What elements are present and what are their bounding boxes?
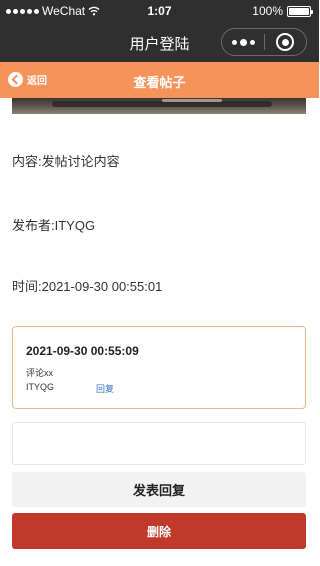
- battery-icon: [287, 5, 313, 17]
- submit-reply-button[interactable]: 发表回复: [12, 472, 306, 507]
- page-header: 返回 查看帖子: [0, 62, 319, 98]
- battery-percent: 100%: [252, 4, 283, 18]
- comment-reply-link[interactable]: 回复: [96, 382, 114, 395]
- nav-bar: 用户登陆: [0, 22, 319, 62]
- delete-button[interactable]: 删除: [12, 513, 306, 549]
- more-dots-icon[interactable]: [222, 29, 264, 55]
- comment-text: 评论xx: [26, 368, 54, 378]
- status-bar: WeChat 1:07 100%: [0, 0, 319, 22]
- capsule-menu: [221, 28, 307, 56]
- comment-time: 2021-09-30 00:55:09: [26, 344, 139, 358]
- comment-card: 2021-09-30 00:55:09 评论xx ITYQG 回复: [12, 326, 306, 409]
- post-author: 发布者:ITYQG: [12, 218, 96, 233]
- page-title: 查看帖子: [133, 75, 186, 90]
- close-circle-icon[interactable]: [265, 29, 306, 55]
- reply-input[interactable]: [12, 422, 306, 465]
- post-time: 时间:2021-09-30 00:55:01: [12, 279, 163, 294]
- post-image: [12, 98, 306, 114]
- comment-author: ITYQG: [26, 382, 55, 392]
- status-right: 100%: [252, 4, 313, 18]
- post-content: 内容:发帖讨论内容: [12, 154, 120, 169]
